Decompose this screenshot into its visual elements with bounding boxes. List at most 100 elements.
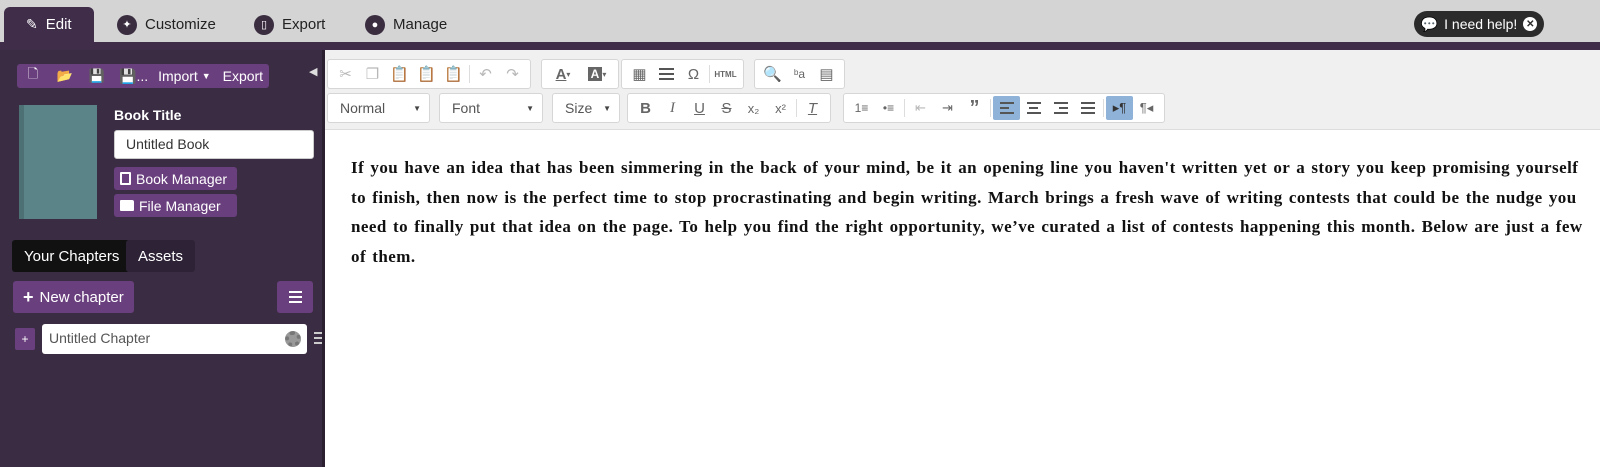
horizontal-line-icon[interactable] <box>653 62 680 86</box>
plus-icon: + <box>23 286 34 307</box>
paste-icon[interactable]: 📋 <box>386 62 413 86</box>
paste-word-icon[interactable]: 📋 <box>440 62 467 86</box>
user-icon: ● <box>365 14 385 35</box>
tab-your-chapters[interactable]: Your Chapters <box>12 240 132 272</box>
export-button[interactable]: Export <box>217 64 269 88</box>
top-nav-bar <box>0 0 1600 42</box>
remove-format-icon[interactable]: T <box>799 96 826 120</box>
undo-icon[interactable]: ↶ <box>472 62 499 86</box>
help-button[interactable]: 💬 I need help! ✕ <box>1414 11 1544 37</box>
file-toolbar: 🗋 📂 💾 💾... Import ▼ Export <box>17 64 270 88</box>
book-cover[interactable] <box>19 105 97 219</box>
font-select[interactable]: Font ▼ <box>439 93 543 123</box>
editor-content[interactable]: If you have an idea that has been simmer… <box>351 153 1591 271</box>
close-icon[interactable]: ✕ <box>1523 17 1538 31</box>
file-manager-button[interactable]: File Manager <box>114 194 237 217</box>
paste-text-icon[interactable]: 📋 <box>413 62 440 86</box>
save-button[interactable]: 💾 <box>81 64 113 88</box>
file-icon: 🗋 <box>27 66 39 81</box>
gear-icon[interactable] <box>285 331 301 347</box>
subscript-icon[interactable]: x₂ <box>740 96 767 120</box>
show-blocks-icon[interactable]: ▤ <box>813 62 840 86</box>
collapse-sidebar-icon[interactable]: ◀ <box>309 65 317 78</box>
tab-edit[interactable]: ✎ Edit <box>4 7 94 42</box>
align-right-icon[interactable] <box>1047 96 1074 120</box>
align-left-icon[interactable] <box>993 96 1020 120</box>
copy-icon[interactable]: ❐ <box>359 62 386 86</box>
book-manager-button[interactable]: Book Manager <box>114 167 237 190</box>
drag-handle-icon[interactable] <box>314 332 322 344</box>
tab-edit-label: Edit <box>45 16 72 33</box>
nav-divider <box>0 42 1600 50</box>
clipboard-group: ✂ ❐ 📋 📋 📋 ↶ ↷ <box>327 59 531 89</box>
tablet-icon: ▯ <box>254 14 274 35</box>
numbered-list-icon[interactable]: 1≡ <box>848 96 875 120</box>
folder-icon <box>120 200 134 211</box>
tab-manage-label: Manage <box>393 16 448 33</box>
chapter-title-input[interactable]: Untitled Chapter <box>42 324 307 354</box>
book-manager-label: Book Manager <box>136 170 228 187</box>
caret-down-icon: ▼ <box>603 103 611 113</box>
new-chapter-label: New chapter <box>39 288 124 306</box>
editor-toolbar: ✂ ❐ 📋 📋 📋 ↶ ↷ A ▾ A ▾ ▦ Ω HTML 🔍 ᵇa ▤ Norm… <box>325 50 1600 130</box>
caret-down-icon: ▼ <box>201 71 211 81</box>
format-select[interactable]: Normal ▼ <box>327 93 430 123</box>
text-style-group: B I U S x₂ x² T <box>627 93 831 123</box>
redo-icon[interactable]: ↷ <box>499 62 526 86</box>
italic-icon[interactable]: I <box>659 96 686 120</box>
indent-icon[interactable]: ⇥ <box>934 96 961 120</box>
pencil-icon: ✎ <box>26 16 38 32</box>
special-char-icon[interactable]: Ω <box>680 62 707 86</box>
font-select-value: Font <box>452 100 481 116</box>
ltr-direction-icon[interactable]: ▸¶ <box>1106 96 1133 120</box>
strikethrough-icon[interactable]: S <box>713 96 740 120</box>
background-color-icon[interactable]: A ▾ <box>580 62 614 86</box>
insert-group: ▦ Ω HTML <box>621 59 744 89</box>
size-select-value: Size <box>565 100 593 116</box>
sidebar: 🗋 📂 💾 💾... Import ▼ Export ◀ Book Title … <box>0 50 324 467</box>
color-group: A ▾ A ▾ <box>541 59 619 89</box>
rtl-direction-icon[interactable]: ¶◂ <box>1133 96 1160 120</box>
justify-icon[interactable] <box>1074 96 1101 120</box>
size-select[interactable]: Size ▼ <box>552 93 620 123</box>
caret-down-icon: ▼ <box>526 103 534 113</box>
superscript-icon[interactable]: x² <box>767 96 794 120</box>
table-icon[interactable]: ▦ <box>626 62 653 86</box>
underline-icon[interactable]: U <box>686 96 713 120</box>
open-button[interactable]: 📂 <box>49 64 81 88</box>
new-chapter-button[interactable]: + New chapter <box>13 281 134 313</box>
wrench-icon: ✦ <box>117 14 137 35</box>
save-as-suffix: ... <box>136 68 149 84</box>
cut-icon[interactable]: ✂ <box>332 62 359 86</box>
book-title-input[interactable]: Untitled Book <box>114 130 314 159</box>
tab-manage[interactable]: ● Manage <box>365 7 447 42</box>
save-as-button[interactable]: 💾... <box>113 64 152 88</box>
book-title-label: Book Title <box>114 107 182 123</box>
replace-icon[interactable]: ᵇa <box>786 62 813 86</box>
find-group: 🔍 ᵇa ▤ <box>754 59 845 89</box>
bold-icon[interactable]: B <box>632 96 659 120</box>
caret-down-icon: ▼ <box>413 103 421 113</box>
html-source-icon[interactable]: HTML <box>712 62 739 86</box>
outdent-icon[interactable]: ⇤ <box>907 96 934 120</box>
book-icon <box>120 172 131 185</box>
tab-export[interactable]: ▯ Export <box>254 7 325 42</box>
chapter-menu-button[interactable] <box>277 281 313 313</box>
tab-customize-label: Customize <box>145 16 216 33</box>
chapter-expand-button[interactable]: + <box>15 328 35 350</box>
help-label: I need help! <box>1444 16 1518 32</box>
file-manager-label: File Manager <box>139 197 221 214</box>
tab-customize[interactable]: ✦ Customize <box>117 7 216 42</box>
format-select-value: Normal <box>340 100 386 116</box>
paragraph-group: 1≡ •≡ ⇤ ⇥ ” ▸¶ ¶◂ <box>843 93 1165 123</box>
tab-assets[interactable]: Assets <box>126 240 196 272</box>
blockquote-icon[interactable]: ” <box>961 96 988 120</box>
tab-export-label: Export <box>282 16 326 33</box>
bulleted-list-icon[interactable]: •≡ <box>875 96 902 120</box>
search-icon[interactable]: 🔍 <box>759 62 786 86</box>
chat-icon: 💬 <box>1420 15 1439 32</box>
import-button[interactable]: Import ▼ <box>152 64 217 88</box>
align-center-icon[interactable] <box>1020 96 1047 120</box>
text-color-icon[interactable]: A ▾ <box>546 62 580 86</box>
new-file-button[interactable]: 🗋 <box>17 64 49 88</box>
